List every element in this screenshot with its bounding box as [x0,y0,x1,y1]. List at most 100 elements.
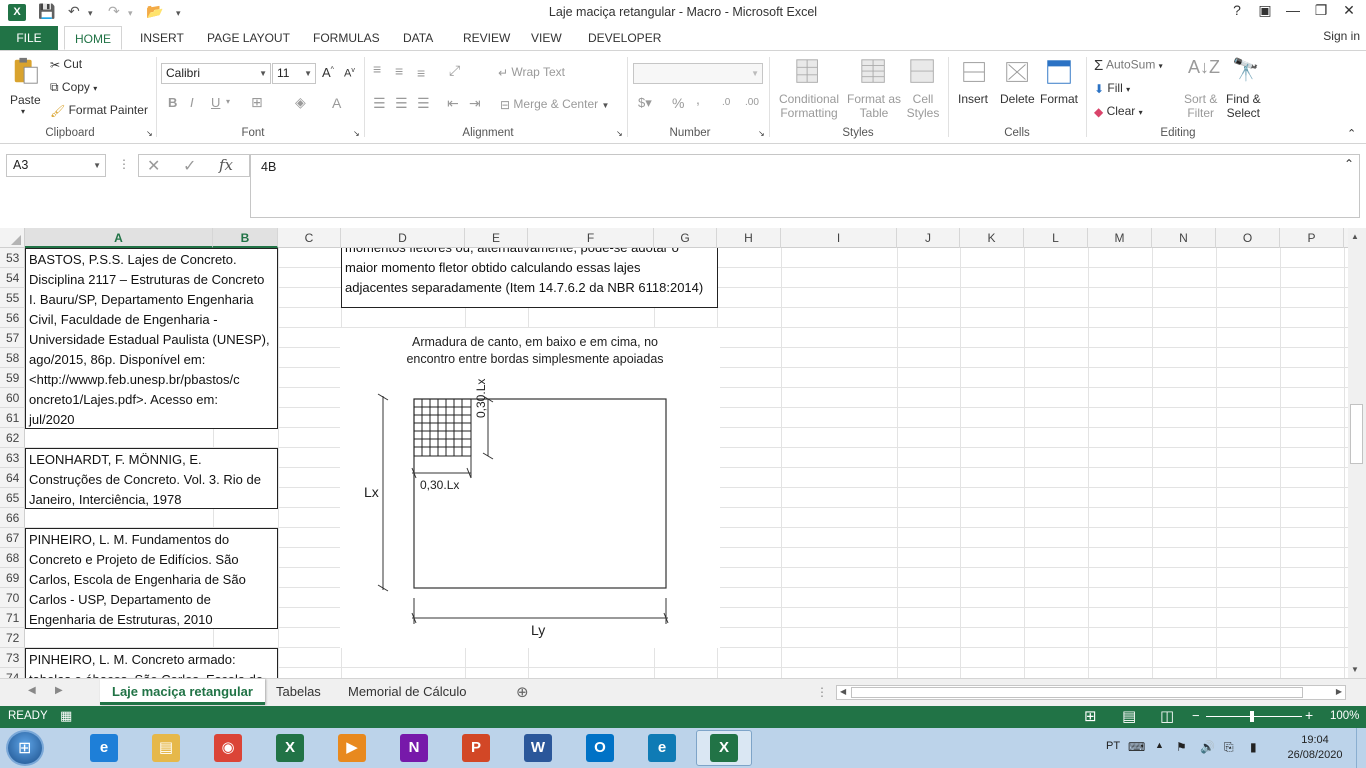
align-bottom-icon[interactable]: ≡ [417,65,425,81]
collapse-formula-bar-icon[interactable]: ⌃ [1344,157,1354,171]
column-header-m[interactable]: M [1088,228,1152,248]
column-header-i[interactable]: I [781,228,897,248]
row-header[interactable]: 56 [0,308,25,328]
scroll-down-icon[interactable]: ▼ [1351,665,1359,674]
column-header-l[interactable]: L [1024,228,1088,248]
macro-record-icon[interactable]: ▦ [60,708,72,724]
sign-in-link[interactable]: Sign in [1323,26,1360,46]
borders-icon[interactable]: ⊞ [251,94,263,111]
start-button[interactable]: ⊞ [6,730,44,766]
power-icon[interactable]: ▮ [1250,740,1257,754]
font-name-combo[interactable]: Calibri ▼ [161,63,271,84]
explorer-taskbar-button[interactable]: ▤ [138,730,194,766]
minimize-button[interactable]: — [1278,2,1308,18]
column-header-d[interactable]: D [341,228,465,248]
row-header[interactable]: 59 [0,368,25,388]
align-right-icon[interactable]: ☰ [417,95,430,112]
page-layout-view-icon[interactable]: ▤ [1122,707,1136,725]
font-launcher-icon[interactable]: ↘ [353,129,360,138]
normal-view-icon[interactable]: ⊞ [1084,707,1097,725]
horizontal-scrollbar[interactable]: ◀ ▶ [836,685,1346,700]
column-header-g[interactable]: G [654,228,717,248]
onenote-taskbar-button[interactable]: N [386,730,442,766]
row-header[interactable]: 57 [0,328,25,348]
increase-decimal-icon[interactable]: .0 [722,97,730,108]
word-taskbar-button[interactable]: W [510,730,566,766]
row-header[interactable]: 72 [0,628,25,648]
align-left-icon[interactable]: ☰ [373,95,386,112]
delete-cells-icon[interactable] [1002,57,1034,87]
help-icon[interactable]: ? [1222,2,1252,18]
font-size-combo[interactable]: 11 ▼ [272,63,316,84]
format-as-table-icon[interactable] [858,57,890,87]
scroll-right-icon[interactable]: ▶ [1336,687,1342,696]
bold-button[interactable]: B [168,95,177,110]
row-header[interactable]: 67 [0,528,25,548]
tab-view[interactable]: VIEW [521,26,572,50]
format-painter-button[interactable]: 🖌 Format Painter [50,103,148,118]
scroll-left-icon[interactable]: ◀ [840,687,846,696]
clear-button[interactable]: ◆ Clear ▾ [1094,104,1143,119]
merge-center-button[interactable]: ⊟ Merge & Center ▼ [500,97,609,112]
reference-bastos[interactable]: BASTOS, P.S.S. Lajes de Concreto. Discip… [25,248,278,429]
cell-styles-button[interactable]: Cell Styles [902,92,944,120]
ribbon-display-icon[interactable]: ▣ [1250,2,1280,19]
find-select-button[interactable]: Find & Select [1226,92,1261,120]
row-header[interactable]: 60 [0,388,25,408]
collapse-ribbon-icon[interactable]: ⌃ [1347,127,1356,140]
outlook-taskbar-button[interactable]: O [572,730,628,766]
worksheet-grid[interactable]: A B C D E F G H I J K L M N O P 53 54 55 56… [0,228,1348,678]
column-header-o[interactable]: O [1216,228,1280,248]
copy-button[interactable]: ⧉ Copy ▾ [50,80,97,95]
enter-icon[interactable]: ✓ [183,156,196,176]
language-indicator[interactable]: PT [1106,740,1120,752]
vertical-scrollbar[interactable]: ▲ ▼ [1348,228,1366,678]
cut-button[interactable]: ✂ Cut [50,57,82,72]
row-header[interactable]: 66 [0,508,25,528]
excel-taskbar-button[interactable]: X [262,730,318,766]
cancel-icon[interactable]: ✕ [147,156,160,176]
tray-expand-icon[interactable]: ▲ [1155,740,1164,750]
number-format-combo[interactable]: ▼ [633,63,763,84]
sheet-tab-laje[interactable]: Laje maciça retangular [100,679,265,705]
number-launcher-icon[interactable]: ↘ [758,129,765,138]
sort-az-icon[interactable]: A↓Z [1188,57,1220,78]
underline-dropdown-icon[interactable]: ▾ [226,97,230,106]
alignment-launcher-icon[interactable]: ↘ [616,129,623,138]
close-button[interactable]: ✕ [1334,2,1364,19]
row-header[interactable]: 58 [0,348,25,368]
row-header[interactable]: 54 [0,268,25,288]
paste-button[interactable]: Paste [10,93,41,107]
chrome-taskbar-button[interactable]: ◉ [200,730,256,766]
column-header-k[interactable]: K [960,228,1024,248]
row-header[interactable]: 68 [0,548,25,568]
network-icon[interactable]: ⎘ [1224,740,1234,755]
conditional-formatting-icon[interactable] [793,57,825,87]
binoculars-icon[interactable]: 🔭 [1232,57,1259,83]
row-header[interactable]: 74 [0,668,25,678]
ie-taskbar-button[interactable]: e [76,730,132,766]
volume-icon[interactable]: 🔊 [1200,740,1215,754]
zoom-slider-thumb[interactable] [1250,711,1254,722]
increase-font-icon[interactable]: A^ [322,65,334,80]
show-desktop-button[interactable] [1356,728,1366,768]
column-header-b[interactable]: B [213,228,278,248]
media-taskbar-button[interactable]: ▶ [324,730,380,766]
paste-dropdown-icon[interactable]: ▾ [21,107,25,116]
scroll-up-icon[interactable]: ▲ [1351,232,1359,241]
paste-icon[interactable] [10,56,42,86]
excel-active-taskbar-button[interactable]: X [696,730,752,766]
align-center-icon[interactable]: ☰ [395,95,408,112]
reference-leonhardt[interactable]: LEONHARDT, F. MÖNNIG, E. Construções de … [25,448,278,509]
reference-pinheiro-2[interactable]: PINHEIRO, L. M. Concreto armado: tabelas… [25,648,278,678]
row-header[interactable]: 62 [0,428,25,448]
row-header[interactable]: 69 [0,568,25,588]
increase-indent-icon[interactable]: ⇥ [469,95,481,112]
note-text-box[interactable]: momentos fletores ou, alternativamente, … [341,248,718,308]
reference-pinheiro-1[interactable]: PINHEIRO, L. M. Fundamentos do Concreto … [25,528,278,629]
hscroll-thumb[interactable] [851,687,1303,698]
tab-data[interactable]: DATA [393,26,443,50]
delete-button[interactable]: Delete [1000,92,1035,106]
column-header-n[interactable]: N [1152,228,1216,248]
font-color-icon[interactable]: A [332,95,341,111]
